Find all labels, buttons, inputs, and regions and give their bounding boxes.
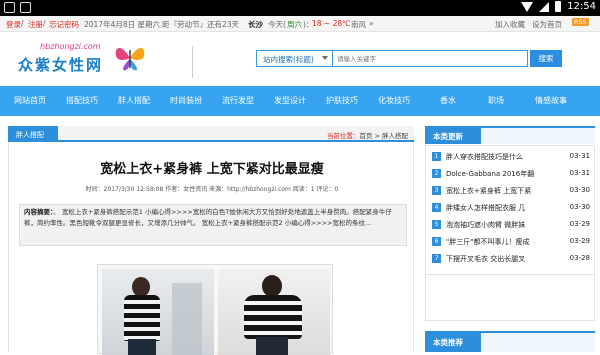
main-nav: 网站首页 搭配技巧 胖人搭配 时尚装扮 流行发型 发型设计 护肤技巧 化妆技巧 … <box>0 86 600 116</box>
weather-city: 长沙 <box>248 20 263 29</box>
article: 宽松上衣+紧身裤 上宽下紧对比最显瘦 时间：2017/3/30 12:58:08… <box>8 142 414 355</box>
set-homepage-link[interactable]: 设为首页 <box>532 19 562 30</box>
article-summary: 内容摘要：、 宽松上衣+紧身裤搭配示范1 小编心得>>>>宽松的白色T恤休闲大方… <box>19 204 407 246</box>
list-item[interactable]: 6 "胖三斤"都不叫事儿！瘦成 03-29 <box>432 235 590 249</box>
list-item-title[interactable]: 胖矮女人怎样搭配衣服 几 <box>446 203 556 213</box>
system-status-bar: 12:54 <box>0 0 600 16</box>
header-divider <box>192 46 193 78</box>
list-item-number: 1 <box>432 152 441 161</box>
breadcrumb-path[interactable]: 首页 > 胖人搭配 <box>359 132 408 140</box>
search-box: 站内搜索(标题) <box>256 50 528 67</box>
site-logo[interactable]: 众紫女性网 <box>18 54 103 75</box>
search-button[interactable]: 搜索 <box>530 50 562 67</box>
sidebar-latest-header: 本类更新 <box>425 126 595 144</box>
list-item-title[interactable]: 胖人穿衣搭配技巧是什么 <box>446 152 556 162</box>
list-item-date: 03-29 <box>569 237 590 245</box>
search-scope-select[interactable]: 站内搜索(标题) <box>257 51 333 66</box>
chevron-down-icon <box>322 56 328 60</box>
signal-icon <box>539 1 550 12</box>
article-photo[interactable] <box>218 269 330 355</box>
nav-item-fashion[interactable]: 时尚装扮 <box>170 95 202 106</box>
article-meta: 时间：2017/3/30 12:58:08 作者：女性资讯 来源：http://… <box>85 186 339 193</box>
list-item-title[interactable]: "胖三斤"都不叫事儿！瘦成 <box>446 237 556 247</box>
list-item-number: 4 <box>432 203 441 212</box>
register-link[interactable]: 注册 <box>28 19 43 30</box>
summary-text: 、 宽松上衣+紧身裤搭配示范1 小编心得>>>>宽松的白色T恤休闲大方又恰到好处… <box>24 208 392 227</box>
list-item-number: 6 <box>432 237 441 246</box>
search-scope-label: 站内搜索(标题) <box>263 55 314 64</box>
list-item-title[interactable]: 泡泡袖巧遮小肉臂 微胖妹 <box>446 220 556 230</box>
list-item-date: 03-31 <box>569 169 590 177</box>
sidebar-latest-list: 1 胖人穿衣搭配技巧是什么 03-31 2 Dolce-Gabbana 2016… <box>425 145 595 275</box>
clock: 12:54 <box>567 1 596 12</box>
list-item[interactable]: 3 宽松上衣+紧身裤 上宽下紧 03-30 <box>432 184 590 198</box>
separator: / <box>21 19 24 28</box>
list-item-title[interactable]: 宽松上衣+紧身裤 上宽下紧 <box>446 186 556 196</box>
forgot-password-link[interactable]: 忘记密码 <box>49 19 79 30</box>
search-input[interactable] <box>335 51 527 66</box>
weather-temp: 18 ~ 28℃ <box>312 19 351 28</box>
nav-item-plus-size[interactable]: 胖人搭配 <box>118 95 150 106</box>
current-date: 2017年4月8日 星期六 <box>84 20 161 29</box>
list-item-title[interactable]: 下摆开叉毛衣 交出长腿叉 <box>446 254 556 264</box>
breadcrumb: 当前位置：首页 > 胖人搭配 <box>327 130 408 140</box>
add-favorite-link[interactable]: 加入收藏 <box>495 19 525 30</box>
list-item[interactable]: 2 Dolce-Gabbana 2016年翻 03-31 <box>432 167 590 181</box>
list-item-date: 03-29 <box>569 220 590 228</box>
category-tab[interactable]: 胖人搭配 <box>8 126 58 142</box>
rss-badge[interactable]: RSS <box>572 18 589 26</box>
article-photo[interactable] <box>102 269 214 355</box>
article-title: 宽松上衣+紧身裤 上宽下紧对比最显瘦 <box>100 162 324 177</box>
nav-item-styling-tips[interactable]: 搭配技巧 <box>66 95 98 106</box>
list-item-number: 5 <box>432 220 441 229</box>
notification-icon <box>4 2 15 13</box>
list-item-number: 2 <box>432 169 441 178</box>
list-item-date: 03-30 <box>569 186 590 194</box>
weather-today-label: 今天( <box>268 20 286 29</box>
holiday-countdown: 距『劳动节』还有23天 <box>162 20 240 29</box>
summary-label: 内容摘要： <box>24 208 54 216</box>
list-item-title[interactable]: Dolce-Gabbana 2016年翻 <box>446 169 556 179</box>
list-item[interactable]: 4 胖矮女人怎样搭配衣服 几 03-30 <box>432 201 590 215</box>
nav-item-perfume[interactable]: 香水 <box>440 95 456 106</box>
list-item[interactable]: 1 胖人穿衣搭配技巧是什么 03-31 <box>432 150 590 164</box>
list-item-date: 03-31 <box>569 152 590 160</box>
wifi-icon <box>521 1 534 12</box>
nav-item-hair-design[interactable]: 发型设计 <box>274 95 306 106</box>
weather-day: 周六 <box>287 20 302 29</box>
sidebar-recommended-header: 本类推荐 <box>425 331 595 352</box>
breadcrumb-label: 当前位置： <box>326 132 360 140</box>
sidebar-latest-title[interactable]: 本类更新 <box>425 128 481 144</box>
sidebar-spacer <box>425 275 595 301</box>
nav-item-makeup[interactable]: 化妆技巧 <box>378 95 410 106</box>
weather-more-link[interactable]: » <box>369 19 374 28</box>
list-item-number: 7 <box>432 254 441 263</box>
login-link[interactable]: 登录 <box>6 19 21 30</box>
list-item-number: 3 <box>432 186 441 195</box>
nav-item-relationships[interactable]: 情感故事 <box>535 95 567 106</box>
nav-item-home[interactable]: 网站首页 <box>14 95 46 106</box>
logo-url: hbzhongzi.com <box>40 42 101 51</box>
list-item[interactable]: 7 下摆开叉毛衣 交出长腿叉 03-28 <box>432 252 590 266</box>
article-photos <box>97 264 333 355</box>
list-item-date: 03-30 <box>569 203 590 211</box>
site-header: hbzhongzi.com 众紫女性网 站内搜索(标题) 搜索 <box>0 32 600 84</box>
top-info-bar: 登录 / 注册 / 忘记密码 2017年4月8日 星期六 距『劳动节』还有23天… <box>0 16 600 32</box>
list-item-date: 03-28 <box>569 254 590 262</box>
list-item[interactable]: 5 泡泡袖巧遮小肉臂 微胖妹 03-29 <box>432 218 590 232</box>
separator: / <box>43 19 46 28</box>
battery-icon <box>555 1 562 12</box>
nav-item-skincare[interactable]: 护肤技巧 <box>326 95 358 106</box>
breadcrumb-bar: 胖人搭配 当前位置：首页 > 胖人搭配 <box>8 126 414 142</box>
sidebar-recommended-title[interactable]: 本类推荐 <box>425 333 481 352</box>
butterfly-logo-icon <box>115 48 145 71</box>
notification-icon <box>20 2 31 13</box>
sidebar-empty-box <box>425 301 595 321</box>
nav-item-hairstyle-trends[interactable]: 流行发型 <box>222 95 254 106</box>
weather-wind: 南风 <box>351 20 366 29</box>
nav-item-career[interactable]: 职场 <box>488 95 504 106</box>
